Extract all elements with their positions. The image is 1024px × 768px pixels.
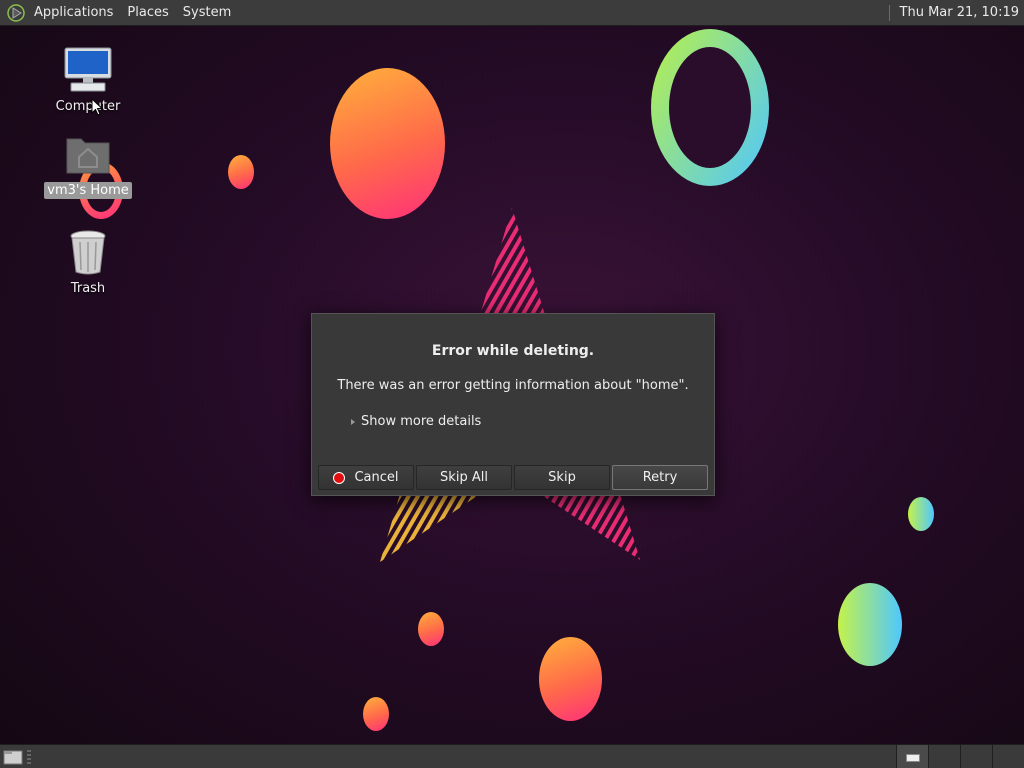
dialog-button-row: Cancel Skip All Skip Retry: [318, 465, 708, 490]
workspace-3[interactable]: [960, 745, 992, 768]
show-more-details-expander[interactable]: Show more details: [351, 414, 481, 429]
trash-icon: [62, 226, 114, 278]
bottom-panel: [0, 744, 1024, 768]
details-label: Show more details: [361, 414, 482, 429]
retry-button[interactable]: Retry: [612, 465, 708, 490]
computer-icon: [62, 44, 114, 96]
window-thumbnail: [906, 754, 920, 762]
show-desktop-button[interactable]: [3, 748, 23, 766]
workspace-2[interactable]: [928, 745, 960, 768]
desktop-icon-label: Trash: [70, 281, 106, 296]
desktop-icon-computer[interactable]: Computer: [40, 44, 136, 115]
panel-drag-handle[interactable]: [27, 750, 31, 764]
stop-icon: [333, 471, 346, 484]
places-menu[interactable]: Places: [120, 0, 175, 25]
panel-separator: [888, 4, 890, 21]
cancel-button[interactable]: Cancel: [318, 465, 414, 490]
home-folder-icon: [62, 128, 114, 180]
workspace-switcher: [896, 745, 1024, 768]
desktop-icon-trash[interactable]: Trash: [40, 226, 136, 297]
workspace-1[interactable]: [896, 745, 928, 768]
dialog-title: Error while deleting.: [431, 343, 595, 359]
expander-arrow-icon: [351, 418, 355, 425]
desktop-icon-label: vm3's Home: [44, 182, 132, 199]
clock[interactable]: Thu Mar 21, 10:19: [900, 5, 1024, 20]
error-dialog: Error while deleting. There was an error…: [311, 313, 715, 496]
workspace-4[interactable]: [992, 745, 1024, 768]
desktop-icon-label: Computer: [55, 99, 121, 114]
dialog-message: There was an error getting information a…: [337, 378, 689, 393]
applications-menu[interactable]: Applications: [27, 0, 120, 25]
system-menu[interactable]: System: [176, 0, 238, 25]
desktop-icon-home[interactable]: vm3's Home: [40, 128, 136, 199]
mate-logo-icon[interactable]: [7, 3, 25, 22]
mouse-pointer-icon: [91, 98, 103, 116]
skip-button[interactable]: Skip: [514, 465, 610, 490]
top-panel: Applications Places System Thu Mar 21, 1…: [0, 0, 1024, 26]
cancel-button-label: Cancel: [354, 470, 399, 485]
skip-all-button[interactable]: Skip All: [416, 465, 512, 490]
